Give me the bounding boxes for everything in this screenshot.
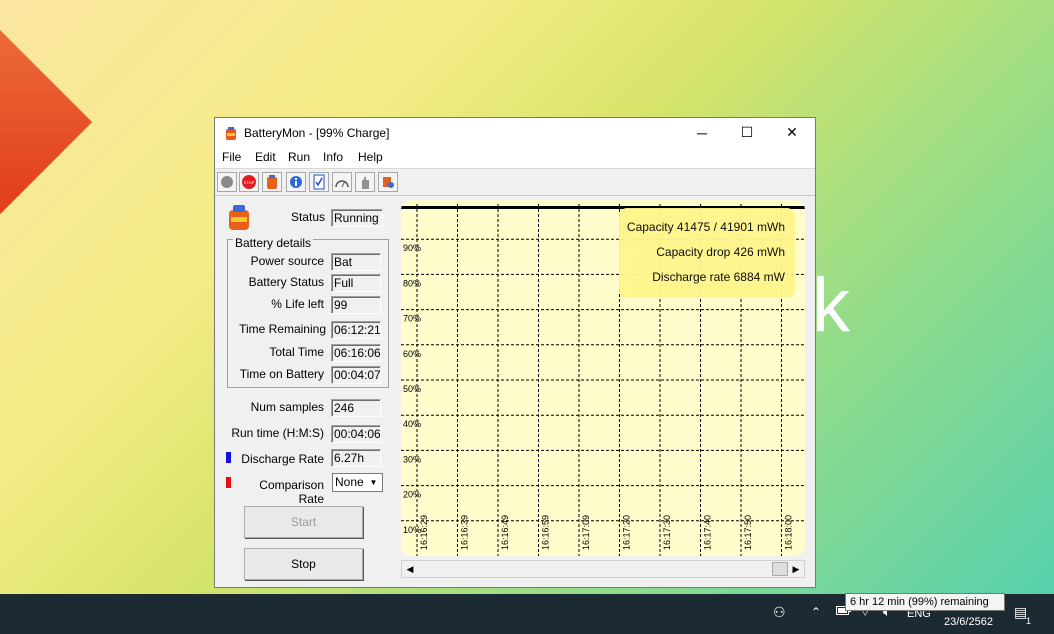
app-battery-icon: [226, 127, 236, 140]
series-point: [578, 206, 580, 209]
y-tick-label: 70%: [403, 314, 421, 324]
start-button[interactable]: Start: [244, 506, 363, 538]
y-tick-label: 80%: [403, 278, 421, 288]
maximize-button[interactable]: ☐: [724, 118, 770, 147]
power-source-value: Bat: [331, 253, 381, 271]
series-point: [416, 206, 418, 209]
discharge-color-swatch: [226, 452, 231, 463]
y-tick-label: 90%: [403, 243, 421, 253]
total-time-value: 06:16:06: [331, 344, 381, 362]
battery-details-title: Battery details: [233, 236, 314, 250]
x-tick-label: 16:16:59: [541, 515, 551, 550]
chevron-down-icon[interactable]: ▼: [366, 475, 381, 490]
life-left-value: 99: [331, 296, 381, 314]
comparison-color-swatch: [226, 477, 231, 488]
info-icon[interactable]: [286, 172, 306, 192]
scroll-thumb[interactable]: [772, 562, 788, 576]
comparison-rate-select[interactable]: None ▼: [332, 473, 383, 492]
comparison-rate-value: None: [335, 475, 364, 489]
capacity-drop-text: Capacity drop 426 mWh: [656, 245, 785, 259]
series-point: [618, 206, 621, 209]
series-point: [456, 206, 459, 209]
menu-edit[interactable]: Edit: [255, 150, 276, 164]
title-bar[interactable]: BatteryMon - [99% Charge] ─ ☐ ✕: [215, 118, 815, 147]
wallpaper-text: k: [812, 263, 850, 348]
gauge-icon[interactable]: [332, 172, 352, 192]
menu-info[interactable]: Info: [323, 150, 343, 164]
menu-help[interactable]: Help: [358, 150, 383, 164]
menu-run[interactable]: Run: [288, 150, 310, 164]
x-tick-label: 16:17:30: [662, 515, 672, 550]
wallpaper-stripe: [0, 0, 93, 391]
total-time-label: Total Time: [269, 345, 324, 359]
people-icon[interactable]: ⚇: [773, 604, 786, 621]
status-label: Status: [290, 210, 325, 224]
discharge-rate-value: 6.27h: [331, 449, 381, 467]
run-time-label: Run time (H:M:S): [231, 426, 324, 440]
comparison-rate-label: Comparison Rate: [259, 478, 324, 506]
discharge-rate-text: Discharge rate 6884 mW: [652, 270, 785, 284]
x-tick-label: 16:17:40: [703, 515, 713, 550]
scroll-left-icon[interactable]: ◀: [402, 561, 418, 577]
window-title: BatteryMon - [99% Charge]: [244, 126, 390, 140]
time-on-battery-value: 00:04:07: [331, 366, 381, 384]
toolbar: STOP: [215, 170, 815, 196]
battery-logo-icon: [229, 205, 249, 230]
minimize-button[interactable]: ─: [679, 118, 725, 147]
chart-scrollbar[interactable]: ◀ ▶: [401, 560, 805, 578]
chevron-up-icon[interactable]: ⌃: [811, 605, 821, 619]
x-tick-label: 16:16:29: [419, 515, 429, 550]
time-remaining-label: Time Remaining: [239, 322, 326, 336]
menu-bar: File Edit Run Info Help: [215, 147, 815, 169]
x-tick-label: 16:18:00: [784, 515, 794, 550]
time-remaining-value: 06:12:21: [331, 321, 381, 339]
stop-button[interactable]: Stop: [244, 548, 363, 580]
battery-icon[interactable]: [262, 172, 282, 192]
battery-chart: 90% 80% 70% 60% 50% 40% 30% 20% 10% 16:16:29 16:16…: [401, 200, 805, 556]
power-source-label: Power source: [250, 254, 324, 268]
battery-status-label: Battery Status: [248, 275, 324, 289]
date-display[interactable]: 23/6/2562: [944, 616, 993, 628]
checklist-icon[interactable]: [309, 172, 329, 192]
x-tick-label: 16:16:39: [460, 515, 470, 550]
x-tick-label: 16:17:50: [743, 515, 753, 550]
x-tick-label: 16:17:09: [581, 515, 591, 550]
series-point: [537, 206, 540, 209]
run-time-value: 00:04:06: [331, 425, 381, 443]
stop-icon[interactable]: STOP: [239, 172, 259, 192]
num-samples-value: 246: [331, 399, 381, 417]
x-tick-label: 16:17:20: [622, 515, 632, 550]
scroll-right-icon[interactable]: ▶: [788, 561, 804, 577]
y-tick-label: 20%: [403, 490, 421, 500]
y-tick-label: 60%: [403, 349, 421, 359]
series-point: [497, 206, 499, 209]
stop-icon-text: STOP: [244, 180, 255, 185]
num-samples-label: Num samples: [250, 400, 324, 414]
batterymon-window: BatteryMon - [99% Charge] ─ ☐ ✕ File Edi…: [214, 117, 816, 588]
notification-count: 1: [1026, 616, 1032, 626]
hand-icon[interactable]: [355, 172, 375, 192]
settings-icon[interactable]: [378, 172, 398, 192]
battery-status-value: Full: [331, 274, 381, 292]
menu-file[interactable]: File: [222, 150, 241, 164]
y-tick-label: 40%: [403, 419, 421, 429]
y-tick-label: 30%: [403, 454, 421, 464]
discharge-rate-label: Discharge Rate: [241, 452, 324, 466]
status-value: Running: [331, 209, 383, 227]
chart-info-box: Capacity 41475 / 41901 mWh Capacity drop…: [619, 208, 795, 298]
circle-icon[interactable]: [217, 172, 237, 192]
life-left-label: % Life left: [271, 297, 324, 311]
close-button[interactable]: ✕: [769, 118, 815, 147]
x-tick-label: 16:16:49: [500, 515, 510, 550]
time-on-battery-label: Time on Battery: [239, 367, 324, 381]
battery-tooltip: 6 hr 12 min (99%) remaining: [845, 593, 1005, 611]
y-tick-label: 50%: [403, 384, 421, 394]
capacity-text: Capacity 41475 / 41901 mWh: [626, 220, 785, 234]
